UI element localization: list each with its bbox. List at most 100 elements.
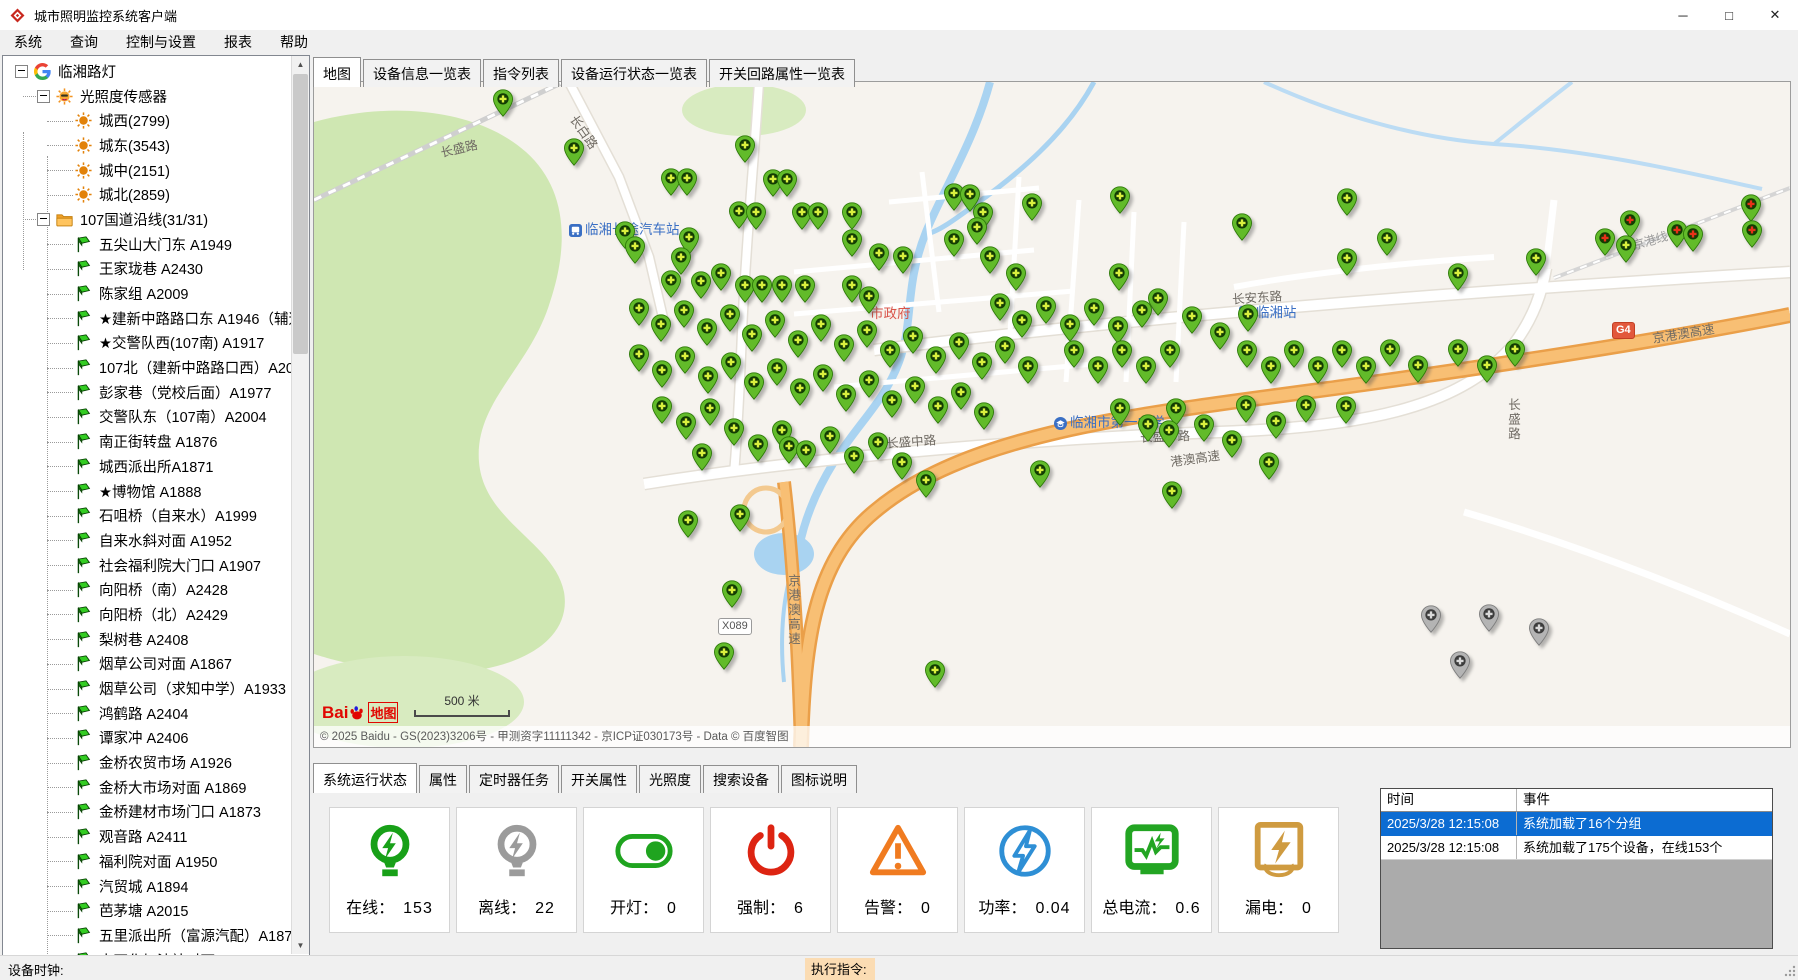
menu-item-1[interactable]: 查询 [56, 30, 112, 53]
menu-item-4[interactable]: 帮助 [266, 30, 322, 53]
tree-item[interactable]: 向阳桥（北）A2429 [3, 602, 291, 627]
event-log-row[interactable]: 2025/3/28 12:15:08系统加载了175个设备，在线153个 [1381, 836, 1772, 860]
device-pin-online[interactable] [700, 398, 720, 426]
device-pin-online[interactable] [652, 360, 672, 388]
device-pin-online[interactable] [844, 446, 864, 474]
menu-item-0[interactable]: 系统 [0, 30, 56, 53]
device-pin-online[interactable] [1036, 296, 1056, 324]
device-pin-online[interactable] [677, 168, 697, 196]
device-pin-online[interactable] [1030, 460, 1050, 488]
tree-expand-toggle[interactable] [37, 90, 50, 103]
device-pin-online[interactable] [842, 202, 862, 230]
device-pin-online[interactable] [1377, 228, 1397, 256]
device-pin-online[interactable] [903, 326, 923, 354]
device-pin-online[interactable] [1332, 340, 1352, 368]
tree-item[interactable]: 芭茅塘 A2015 [3, 898, 291, 923]
tree-expand-toggle[interactable] [15, 65, 28, 78]
device-pin-online[interactable] [661, 270, 681, 298]
device-pin-online[interactable] [1182, 306, 1202, 334]
tree-item[interactable]: 自来水斜对面 A1952 [3, 528, 291, 553]
device-pin-online[interactable] [892, 452, 912, 480]
device-pin-online[interactable] [1308, 356, 1328, 384]
device-pin-online[interactable] [675, 346, 695, 374]
device-pin-online[interactable] [1222, 430, 1242, 458]
resize-grip[interactable] [1783, 964, 1796, 977]
device-pin-online[interactable] [859, 370, 879, 398]
device-pin-online[interactable] [893, 246, 913, 274]
device-pin-online[interactable] [1448, 339, 1468, 367]
tree-item[interactable]: 南正街转盘 A1876 [3, 429, 291, 454]
device-pin-online[interactable] [1477, 355, 1497, 383]
device-pin-online[interactable] [944, 229, 964, 257]
device-pin-online[interactable] [836, 384, 856, 412]
tree-item[interactable]: 汽贸城 A1894 [3, 874, 291, 899]
tree-scrollbar[interactable]: ▲ ▼ [291, 56, 309, 954]
panel-tab-3[interactable]: 开关属性 [561, 765, 637, 793]
panel-tab-2[interactable]: 定时器任务 [469, 765, 559, 793]
device-pin-online[interactable] [772, 275, 792, 303]
device-pin-online[interactable] [721, 352, 741, 380]
device-pin-online[interactable] [735, 135, 755, 163]
device-pin-online[interactable] [1018, 356, 1038, 384]
device-pin-online[interactable] [834, 334, 854, 362]
device-pin-online[interactable] [857, 320, 877, 348]
device-pin-online[interactable] [1194, 414, 1214, 442]
device-pin-online[interactable] [1236, 395, 1256, 423]
device-pin-online[interactable] [748, 434, 768, 462]
window-minimize-button[interactable]: ─ [1660, 0, 1706, 30]
device-pin-online[interactable] [698, 366, 718, 394]
device-pin-online[interactable] [1112, 340, 1132, 368]
column-header-time[interactable]: 时间 [1381, 789, 1517, 811]
device-pin-online[interactable] [1237, 340, 1257, 368]
menu-item-2[interactable]: 控制与设置 [112, 30, 210, 53]
device-pin-online[interactable] [974, 402, 994, 430]
device-pin-online[interactable] [1266, 411, 1286, 439]
device-pin-online[interactable] [629, 298, 649, 326]
device-pin-online[interactable] [1261, 356, 1281, 384]
device-pin-online[interactable] [972, 352, 992, 380]
device-pin-online[interactable] [676, 412, 696, 440]
tree-item[interactable]: 五尖山大门东 A1949 [3, 232, 291, 257]
tree-expand-toggle[interactable] [37, 213, 50, 226]
device-pin-online[interactable] [1380, 339, 1400, 367]
tree-item[interactable]: 城中(2151) [3, 158, 291, 183]
device-pin-online[interactable] [788, 330, 808, 358]
device-pin-offline[interactable] [1421, 605, 1441, 633]
device-pin-online[interactable] [1238, 304, 1258, 332]
tree-item[interactable]: 城西(2799) [3, 108, 291, 133]
device-pin-online[interactable] [880, 340, 900, 368]
device-pin-online[interactable] [777, 169, 797, 197]
tree-item[interactable]: 五里派出所（富源汽配）A1874 [3, 923, 291, 948]
device-pin-online[interactable] [1060, 314, 1080, 342]
device-pin-online[interactable] [980, 246, 1000, 274]
map-tab-1[interactable]: 设备信息一览表 [363, 59, 481, 87]
tree-item[interactable]: ★建新中路路口东 A1946（辅道灯） [3, 306, 291, 331]
tree-item[interactable]: 交警队东（107南）A2004 [3, 405, 291, 430]
device-pin-online[interactable] [1012, 310, 1032, 338]
device-pin-online[interactable] [1159, 420, 1179, 448]
panel-tab-5[interactable]: 搜索设备 [703, 765, 779, 793]
device-pin-offline[interactable] [1529, 618, 1549, 646]
window-close-button[interactable]: ✕ [1752, 0, 1798, 30]
device-pin-online[interactable] [1110, 186, 1130, 214]
device-pin-online[interactable] [1132, 300, 1152, 328]
tree-item[interactable]: 光照度传感器 [3, 84, 291, 109]
device-pin-online[interactable] [882, 390, 902, 418]
tree-item[interactable]: 临湘路灯 [3, 59, 291, 84]
device-pin-online[interactable] [1232, 213, 1252, 241]
device-pin-online[interactable] [742, 324, 762, 352]
tree-item[interactable]: 烟草公司对面 A1867 [3, 652, 291, 677]
device-pin-online[interactable] [905, 376, 925, 404]
tree-item[interactable]: ★交警队西(107南) A1917 [3, 331, 291, 356]
scroll-thumb[interactable] [293, 74, 308, 354]
device-pin-online[interactable] [916, 470, 936, 498]
tree-item[interactable]: 福利院对面 A1950 [3, 849, 291, 874]
device-pin-online[interactable] [1162, 481, 1182, 509]
device-pin-online[interactable] [711, 263, 731, 291]
tree-item[interactable]: 向阳桥（南）A2428 [3, 577, 291, 602]
device-pin-online[interactable] [1110, 398, 1130, 426]
device-pin-online[interactable] [842, 229, 862, 257]
device-pin-online[interactable] [990, 293, 1010, 321]
device-pin-online[interactable] [808, 202, 828, 230]
device-pin-online[interactable] [813, 364, 833, 392]
